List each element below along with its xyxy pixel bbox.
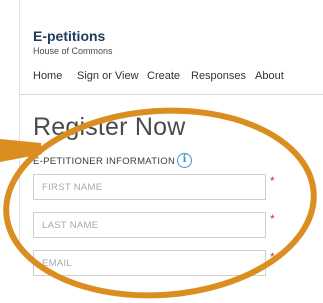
page: E-petitions House of Commons Home Sign o… — [0, 0, 323, 303]
nav-item-create[interactable]: Create — [147, 67, 191, 85]
required-marker: * — [270, 250, 275, 264]
nav-divider — [19, 94, 323, 95]
required-marker: * — [270, 174, 275, 188]
site-subtitle: House of Commons — [33, 46, 113, 56]
last-name-field[interactable] — [33, 212, 266, 238]
email-field[interactable] — [33, 250, 266, 276]
section-label: E-PETITIONER INFORMATION — [33, 156, 176, 167]
main-nav: Home Sign or View Create Responses About — [33, 67, 295, 85]
first-name-field[interactable] — [33, 174, 266, 200]
nav-item-about[interactable]: About — [255, 67, 295, 85]
nav-item-sign-or-view[interactable]: Sign or View — [77, 67, 147, 85]
required-marker: * — [270, 212, 275, 226]
page-title: Register Now — [33, 113, 186, 141]
info-icon[interactable]: i — [177, 153, 192, 168]
nav-item-home[interactable]: Home — [33, 67, 77, 85]
site-title[interactable]: E-petitions — [33, 28, 105, 44]
content-left-border — [19, 0, 20, 246]
nav-item-responses[interactable]: Responses — [191, 67, 255, 85]
